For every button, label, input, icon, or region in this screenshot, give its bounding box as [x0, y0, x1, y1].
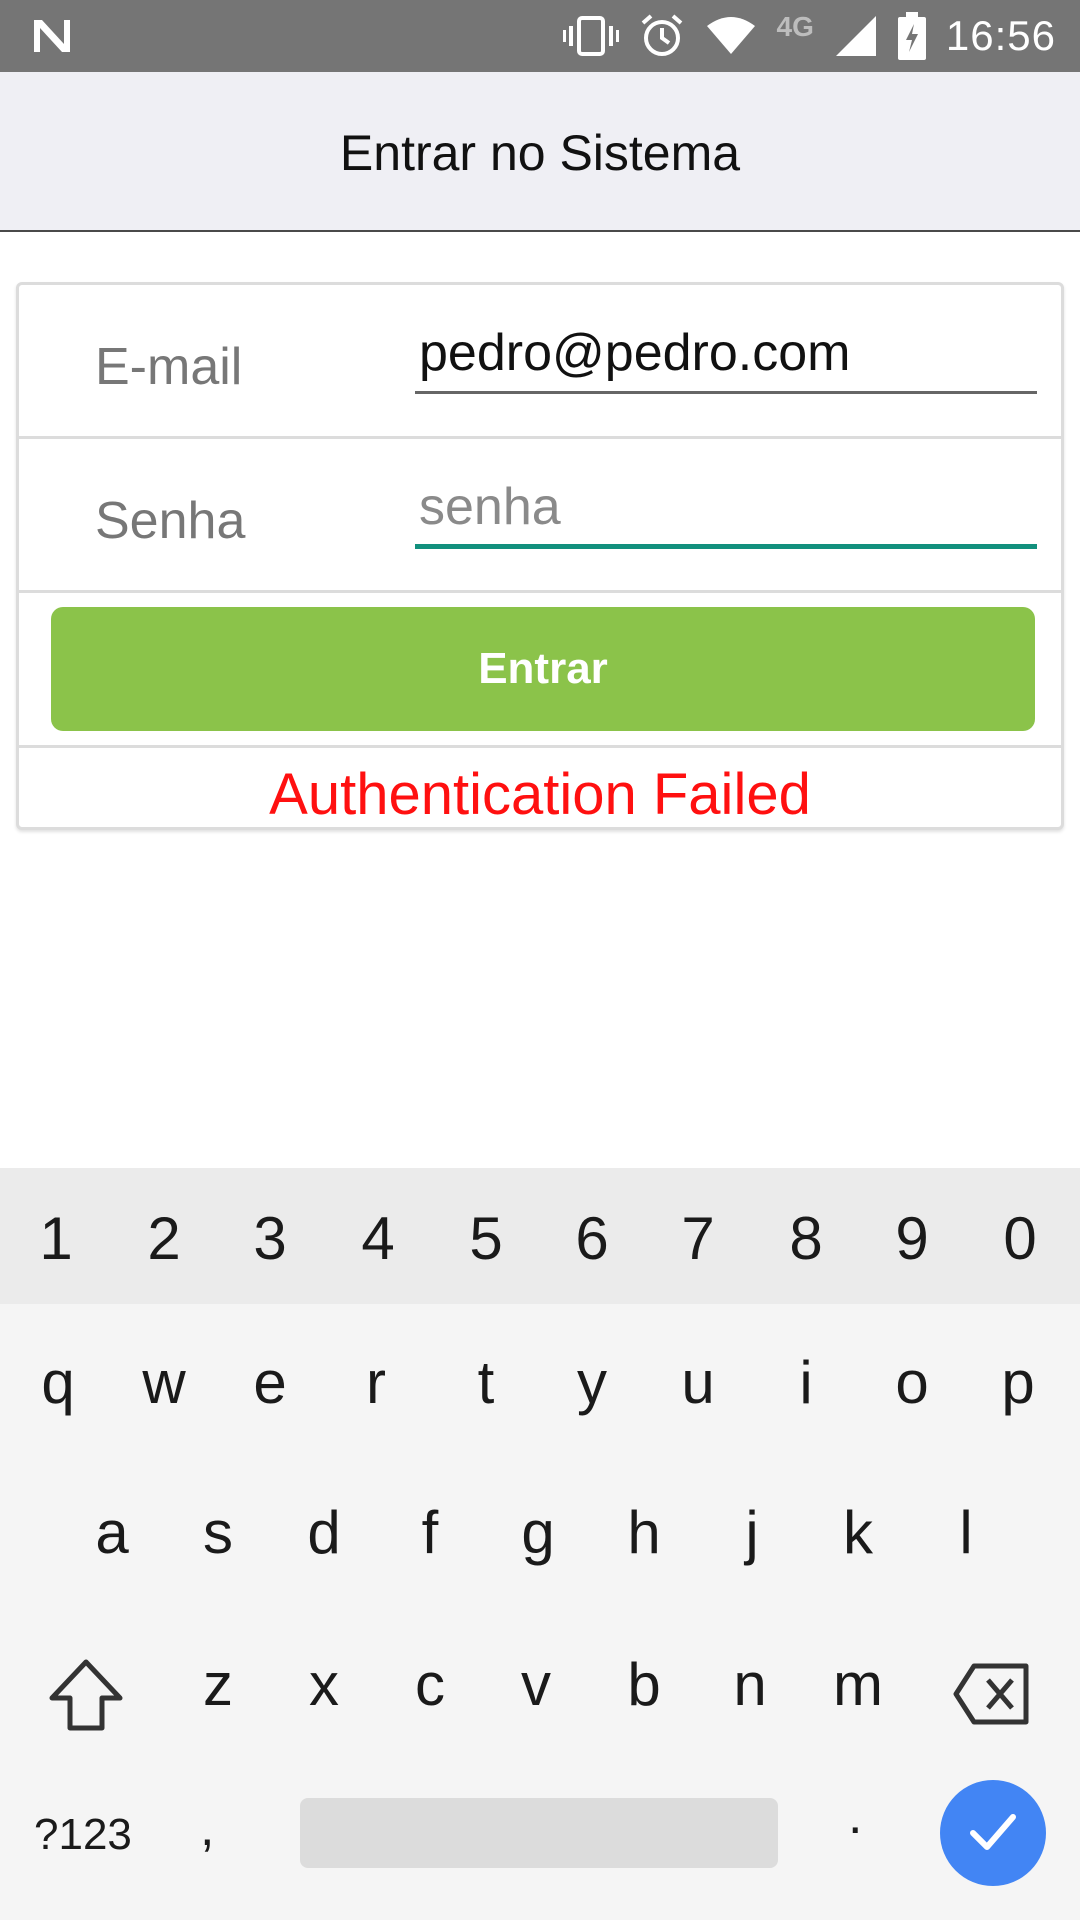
- comma-key[interactable]: ,: [200, 1798, 214, 1858]
- key-8[interactable]: 8: [756, 1204, 856, 1273]
- key-s[interactable]: s: [168, 1498, 268, 1567]
- page-title: Entrar no Sistema: [339, 125, 741, 181]
- vibrate-icon: [562, 14, 619, 58]
- key-x[interactable]: x: [274, 1650, 374, 1719]
- key-9[interactable]: 9: [862, 1204, 962, 1273]
- wifi-icon: [705, 16, 757, 56]
- status-time: 16:56: [945, 12, 1056, 59]
- divider: [19, 745, 1061, 748]
- key-h[interactable]: h: [594, 1498, 694, 1567]
- key-w[interactable]: w: [114, 1348, 214, 1417]
- key-z[interactable]: z: [168, 1650, 268, 1719]
- key-n[interactable]: n: [700, 1650, 800, 1719]
- battery-charging-icon: [897, 12, 926, 60]
- email-underline: [415, 391, 1037, 394]
- key-5[interactable]: 5: [436, 1204, 536, 1273]
- done-button[interactable]: [940, 1780, 1046, 1886]
- email-row: E-mail: [19, 285, 1061, 439]
- soft-keyboard: 1 2 3 4 5 6 7 8 9 0 q w e r t y u i o p …: [0, 1168, 1080, 1920]
- key-v[interactable]: v: [486, 1650, 586, 1719]
- key-6[interactable]: 6: [542, 1204, 642, 1273]
- key-m[interactable]: m: [808, 1650, 908, 1719]
- key-f[interactable]: f: [380, 1498, 480, 1567]
- key-0[interactable]: 0: [970, 1204, 1070, 1273]
- network-type-label: 4G: [776, 11, 814, 42]
- key-d[interactable]: d: [274, 1498, 374, 1567]
- alarm-icon: [639, 13, 685, 59]
- key-r[interactable]: r: [326, 1348, 426, 1417]
- period-key[interactable]: .: [848, 1786, 862, 1846]
- key-2[interactable]: 2: [114, 1204, 214, 1273]
- app-bar: Entrar no Sistema: [0, 72, 1080, 232]
- password-underline-focused: [415, 544, 1037, 549]
- key-t[interactable]: t: [436, 1348, 536, 1417]
- login-button[interactable]: Entrar: [51, 607, 1035, 731]
- symbols-key[interactable]: ?123: [34, 1810, 132, 1860]
- login-form-card: E-mail Senha Entrar Authentication Faile…: [16, 282, 1064, 830]
- key-o[interactable]: o: [862, 1348, 962, 1417]
- key-1[interactable]: 1: [6, 1204, 106, 1273]
- password-field[interactable]: [415, 475, 1035, 539]
- key-p[interactable]: p: [968, 1348, 1068, 1417]
- notification-n-icon: [30, 16, 74, 56]
- signal-icon: [834, 14, 878, 58]
- key-7[interactable]: 7: [648, 1204, 748, 1273]
- password-row: Senha: [19, 439, 1061, 593]
- password-label: Senha: [95, 492, 246, 550]
- key-e[interactable]: e: [220, 1348, 320, 1417]
- key-c[interactable]: c: [380, 1650, 480, 1719]
- keyboard-number-row: 1 2 3 4 5 6 7 8 9 0: [0, 1168, 1080, 1304]
- key-a[interactable]: a: [62, 1498, 162, 1567]
- key-y[interactable]: y: [542, 1348, 642, 1417]
- space-bar[interactable]: [300, 1798, 778, 1868]
- key-4[interactable]: 4: [328, 1204, 428, 1273]
- key-u[interactable]: u: [648, 1348, 748, 1417]
- key-3[interactable]: 3: [220, 1204, 320, 1273]
- shift-icon[interactable]: [46, 1656, 126, 1736]
- email-field[interactable]: [415, 321, 1035, 385]
- key-l[interactable]: l: [916, 1498, 1016, 1567]
- key-j[interactable]: j: [702, 1498, 802, 1567]
- key-q[interactable]: q: [8, 1348, 108, 1417]
- done-check-icon: [965, 1803, 1021, 1864]
- key-b[interactable]: b: [594, 1650, 694, 1719]
- key-g[interactable]: g: [488, 1498, 588, 1567]
- key-i[interactable]: i: [756, 1348, 856, 1417]
- status-bar: 4G 16:56: [0, 0, 1080, 72]
- error-message: Authentication Failed: [269, 762, 811, 827]
- email-label: E-mail: [95, 338, 243, 396]
- backspace-icon[interactable]: [952, 1662, 1032, 1726]
- key-k[interactable]: k: [808, 1498, 908, 1567]
